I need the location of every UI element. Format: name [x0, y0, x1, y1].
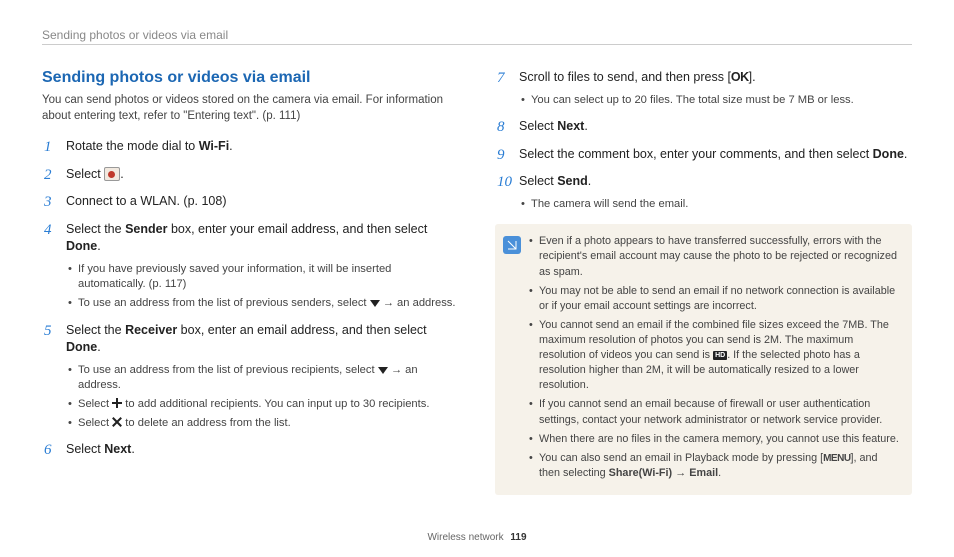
step-text: Select: [519, 174, 557, 188]
step-text: Select: [78, 417, 112, 429]
step-text: .: [904, 147, 907, 161]
note-item: Even if a photo appears to have transfer…: [529, 234, 900, 279]
running-header: Sending photos or videos via email: [42, 28, 912, 42]
step-text: box, enter your email address, and then …: [167, 222, 427, 236]
left-column: Sending photos or videos via email You c…: [42, 69, 459, 495]
step-text: To use an address from the list of previ…: [78, 297, 370, 309]
step-4: Select the Sender box, enter your email …: [42, 221, 459, 312]
step-5: Select the Receiver box, enter an email …: [42, 322, 459, 432]
menu-icon: MENU: [823, 453, 850, 464]
step-6: Select Next.: [42, 441, 459, 459]
ok-icon: OK: [731, 70, 749, 84]
email-label: Email: [689, 467, 718, 479]
page-number: 119: [510, 532, 526, 543]
x-icon: [112, 417, 122, 427]
step-text: Select the: [66, 222, 125, 236]
note-text: You can also send an email in Playback m…: [539, 452, 823, 464]
step-9: Select the comment box, enter your comme…: [495, 146, 912, 164]
wifi-icon: Wi-Fi: [199, 139, 229, 153]
step-4-sub: If you have previously saved your inform…: [66, 262, 459, 312]
sub-item: You can select up to 20 files. The total…: [519, 93, 912, 109]
sub-item: Select to delete an address from the lis…: [66, 416, 459, 432]
step-3: Connect to a WLAN. (p. 108): [42, 193, 459, 211]
step-text: .: [131, 442, 134, 456]
step-10: Select Send. The camera will send the em…: [495, 173, 912, 212]
next-label: Next: [557, 119, 584, 133]
step-text: to delete an address from the list.: [122, 417, 291, 429]
step-text: Scroll to files to send, and then press …: [519, 70, 731, 84]
step-7: Scroll to files to send, and then press …: [495, 69, 912, 108]
sub-item: Select to add additional recipients. You…: [66, 397, 459, 413]
step-text: box, enter an email address, and then se…: [177, 323, 426, 337]
email-icon: [104, 167, 120, 181]
step-text: .: [229, 139, 232, 153]
section-intro: You can send photos or videos stored on …: [42, 93, 459, 124]
next-label: Next: [104, 442, 131, 456]
step-1: Rotate the mode dial to Wi-Fi.: [42, 138, 459, 156]
note-item: You may not be able to send an email if …: [529, 284, 900, 314]
step-5-sub: To use an address from the list of previ…: [66, 363, 459, 432]
note-text: .: [718, 467, 721, 479]
sender-label: Sender: [125, 222, 167, 236]
section-title: Sending photos or videos via email: [42, 69, 459, 87]
sub-item: To use an address from the list of previ…: [66, 363, 459, 394]
steps-list-right: Scroll to files to send, and then press …: [495, 69, 912, 212]
step-text: to add additional recipients. You can in…: [122, 398, 429, 410]
done-label: Done: [66, 239, 97, 253]
share-wifi-label: Share(Wi-Fi): [609, 467, 673, 479]
arrow-icon: →: [672, 467, 689, 479]
step-text: To use an address from the list of previ…: [78, 364, 378, 376]
page-footer: Wireless network 119: [0, 532, 954, 543]
done-label: Done: [873, 147, 904, 161]
down-arrow-icon: [370, 300, 380, 307]
note-icon: [503, 236, 521, 254]
notes-list: Even if a photo appears to have transfer…: [529, 234, 900, 485]
note-item: You cannot send an email if the combined…: [529, 318, 900, 394]
step-text: .: [120, 167, 123, 181]
down-arrow-icon: [378, 367, 388, 374]
step-8: Select Next.: [495, 118, 912, 136]
step-10-sub: The camera will send the email.: [519, 197, 912, 213]
sub-item: To use an address from the list of previ…: [66, 296, 459, 312]
plus-icon: [112, 398, 122, 408]
step-text: Select the: [66, 323, 125, 337]
receiver-label: Receiver: [125, 323, 177, 337]
step-2: Select .: [42, 166, 459, 184]
send-label: Send: [557, 174, 588, 188]
note-item: When there are no files in the camera me…: [529, 432, 900, 447]
step-text: .: [97, 340, 100, 354]
step-7-sub: You can select up to 20 files. The total…: [519, 93, 912, 109]
note-box: Even if a photo appears to have transfer…: [495, 224, 912, 495]
footer-section: Wireless network: [427, 532, 503, 543]
step-text: → an address.: [380, 297, 456, 309]
step-text: .: [588, 174, 591, 188]
step-text: .: [97, 239, 100, 253]
note-item: If you cannot send an email because of f…: [529, 397, 900, 427]
steps-list-left: Rotate the mode dial to Wi-Fi. Select . …: [42, 138, 459, 459]
step-text: Select: [66, 442, 104, 456]
header-rule: [42, 44, 912, 45]
step-text: .: [584, 119, 587, 133]
step-text: Select the comment box, enter your comme…: [519, 147, 873, 161]
right-column: Scroll to files to send, and then press …: [495, 69, 912, 495]
step-text: Rotate the mode dial to: [66, 139, 199, 153]
content-columns: Sending photos or videos via email You c…: [42, 69, 912, 495]
sub-item: If you have previously saved your inform…: [66, 262, 459, 293]
hd-icon: HD: [713, 351, 727, 360]
sub-item: The camera will send the email.: [519, 197, 912, 213]
step-text: Select: [66, 167, 104, 181]
note-item: You can also send an email in Playback m…: [529, 451, 900, 482]
step-text: ].: [749, 70, 756, 84]
step-text: Select: [78, 398, 112, 410]
step-text: Select: [519, 119, 557, 133]
done-label: Done: [66, 340, 97, 354]
